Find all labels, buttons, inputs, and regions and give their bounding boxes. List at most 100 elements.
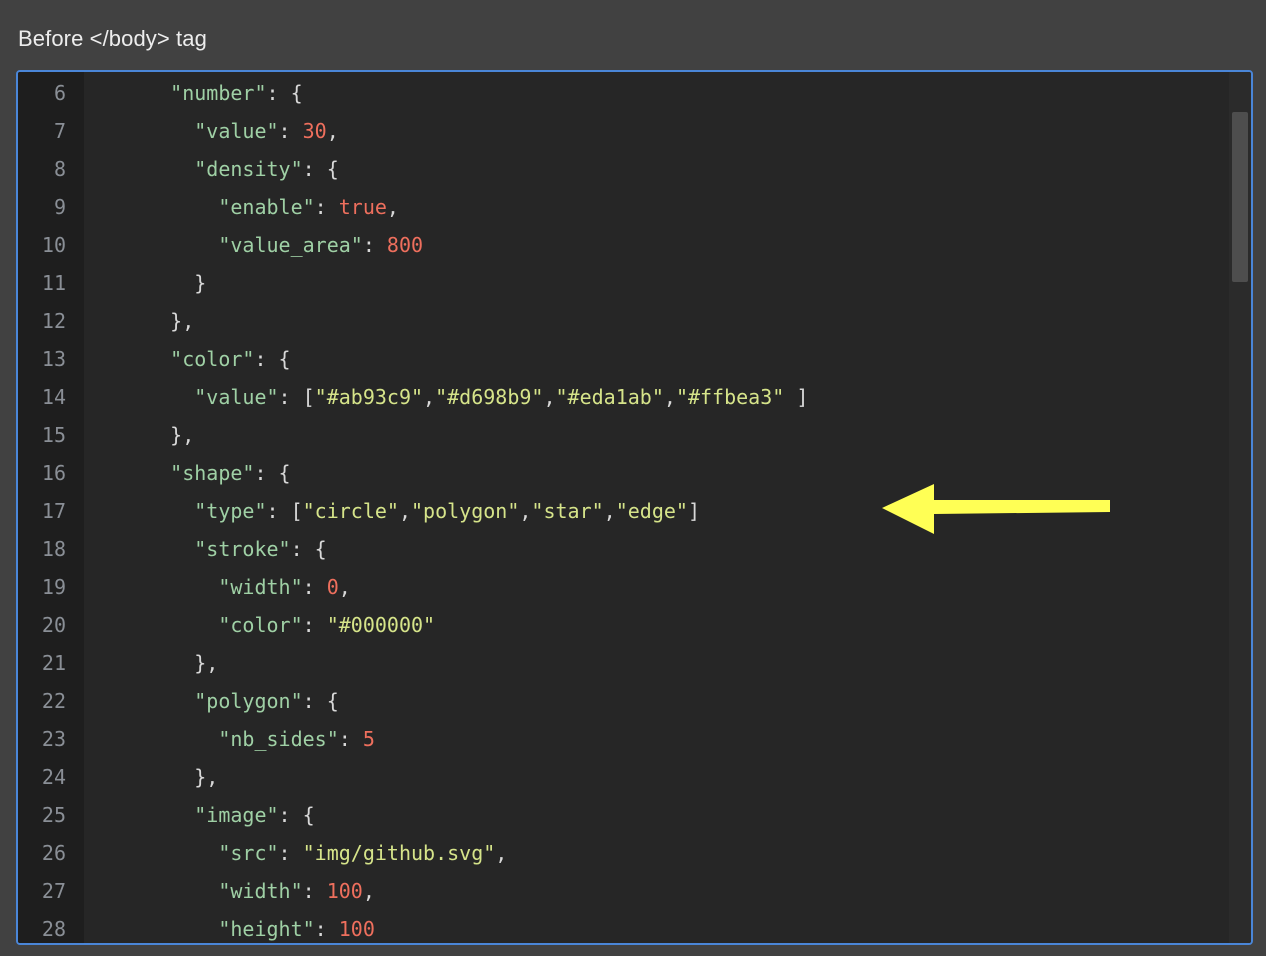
code-line[interactable]: 25 "image": { [18, 796, 1229, 834]
code-text[interactable]: "value": ["#ab93c9","#d698b9","#eda1ab",… [122, 378, 808, 416]
code-text[interactable]: "color": "#000000" [122, 606, 435, 644]
code-token: , [543, 385, 556, 409]
code-line[interactable]: 8 "density": { [18, 150, 1229, 188]
code-token: "edge" [615, 499, 688, 523]
code-line[interactable]: 13 "color": { [18, 340, 1229, 378]
line-number: 16 [41, 461, 66, 485]
code-text[interactable]: "height": 100 [122, 910, 375, 943]
code-text[interactable]: "src": "img/github.svg", [122, 834, 507, 872]
code-text[interactable]: }, [122, 644, 218, 682]
line-number: 9 [53, 195, 66, 219]
code-token: "width" [218, 879, 303, 903]
code-text[interactable]: } [122, 264, 206, 302]
code-line[interactable]: 27 "width": 100, [18, 872, 1229, 910]
code-token: }, [122, 423, 195, 447]
code-text[interactable]: "value_area": 800 [122, 226, 423, 264]
code-line[interactable]: 10 "value_area": 800 [18, 226, 1229, 264]
code-token: 0 [326, 575, 339, 599]
code-text[interactable]: "shape": { [122, 454, 291, 492]
code-text[interactable]: "stroke": { [122, 530, 327, 568]
code-token: }, [122, 765, 219, 789]
code-token: "circle" [302, 499, 399, 523]
yellow-arrow-left-icon [882, 484, 1110, 534]
code-text[interactable]: "type": ["circle","polygon","star","edge… [122, 492, 700, 530]
code-line[interactable]: 24 }, [18, 758, 1229, 796]
code-text[interactable]: "color": { [122, 340, 290, 378]
code-token: "height" [218, 917, 315, 941]
code-text[interactable]: "width": 0, [122, 568, 350, 606]
code-token: ] [687, 499, 701, 523]
code-line[interactable]: 19 "width": 0, [18, 568, 1229, 606]
line-number: 8 [53, 157, 66, 181]
code-text[interactable]: "number": { [122, 74, 303, 112]
scrollbar-thumb[interactable] [1232, 112, 1248, 282]
code-line[interactable]: 6 "number": { [18, 74, 1229, 112]
code-line[interactable]: 22 "polygon": { [18, 682, 1229, 720]
line-number: 26 [41, 841, 66, 865]
code-token: : { [302, 157, 339, 181]
code-text[interactable]: "enable": true, [122, 188, 399, 226]
code-token: "image" [194, 803, 279, 827]
code-line[interactable]: 7 "value": 30, [18, 112, 1229, 150]
code-line[interactable]: 15 }, [18, 416, 1229, 454]
code-token: , [398, 499, 411, 523]
code-token: , [386, 195, 399, 219]
section-label: Before </body> tag [18, 26, 207, 51]
line-number: 28 [41, 917, 66, 941]
code-token: : { [266, 81, 303, 105]
code-text[interactable]: "polygon": { [122, 682, 339, 720]
line-number: 20 [41, 613, 66, 637]
code-text[interactable]: "value": 30, [122, 112, 339, 150]
code-text[interactable]: }, [122, 302, 194, 340]
code-line[interactable]: 11 } [18, 264, 1229, 302]
code-line[interactable]: 20 "color": "#000000" [18, 606, 1229, 644]
code-text[interactable]: }, [122, 416, 194, 454]
code-token: "color" [170, 347, 255, 371]
code-text[interactable]: "nb_sides": 5 [122, 720, 375, 758]
code-token: "#000000" [326, 613, 436, 637]
code-token: "polygon" [194, 689, 303, 713]
code-token: "density" [194, 157, 303, 181]
code-token: : [278, 841, 303, 865]
code-token: 30 [302, 119, 327, 143]
code-line[interactable]: 9 "enable": true, [18, 188, 1229, 226]
line-number: 21 [41, 651, 66, 675]
code-token: , [362, 879, 375, 903]
code-token: : [314, 917, 339, 941]
line-number: 19 [41, 575, 66, 599]
code-token: "value_area" [218, 233, 363, 257]
line-number: 6 [53, 81, 66, 105]
code-token: "polygon" [411, 499, 520, 523]
line-number: 12 [41, 309, 66, 333]
code-token: : { [290, 537, 327, 561]
code-token: : { [254, 461, 291, 485]
vertical-scrollbar[interactable] [1229, 72, 1251, 943]
code-line[interactable]: 12 }, [18, 302, 1229, 340]
code-token: "#d698b9" [435, 385, 544, 409]
code-text[interactable]: "width": 100, [122, 872, 375, 910]
code-token: 100 [338, 917, 375, 941]
code-token: "img/github.svg" [302, 841, 496, 865]
line-number: 15 [41, 423, 66, 447]
code-text[interactable]: }, [122, 758, 218, 796]
code-line[interactable]: 28 "height": 100 [18, 910, 1229, 943]
code-text[interactable]: "density": { [122, 150, 339, 188]
code-token: "#ffbea3" [675, 385, 785, 409]
code-line[interactable]: 14 "value": ["#ab93c9","#d698b9","#eda1a… [18, 378, 1229, 416]
code-token: : [362, 233, 387, 257]
code-line[interactable]: 21 }, [18, 644, 1229, 682]
code-line[interactable]: 26 "src": "img/github.svg", [18, 834, 1229, 872]
code-panel: Before </body> tag 6 "number": {7 "value… [0, 0, 1266, 956]
code-line[interactable]: 23 "nb_sides": 5 [18, 720, 1229, 758]
code-text[interactable]: "image": { [122, 796, 315, 834]
code-token: : { [278, 803, 315, 827]
